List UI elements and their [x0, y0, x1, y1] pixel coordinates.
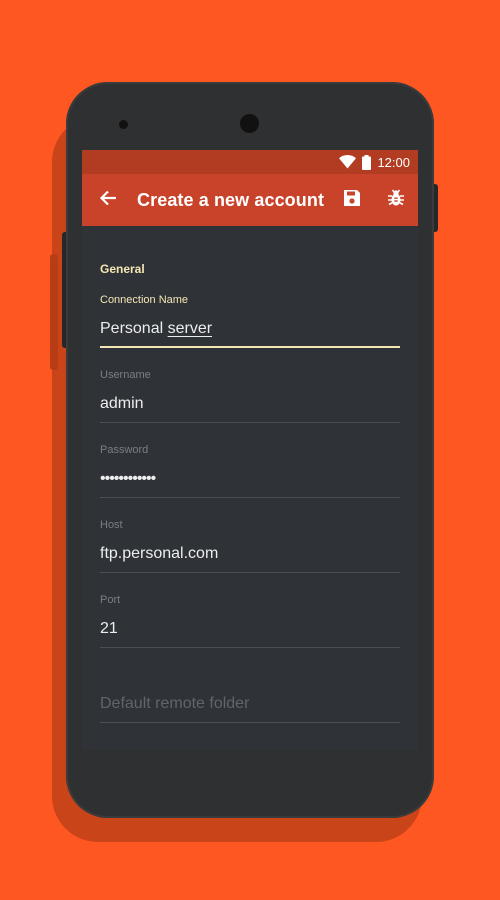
remote-folder-underline [100, 722, 400, 723]
connection-name-label: Connection Name [100, 294, 189, 306]
username-value[interactable]: admin [100, 395, 144, 413]
connection-name-value[interactable]: Personal server [100, 320, 212, 338]
username-label: Username [100, 369, 151, 381]
password-value[interactable]: •••••••••••• [100, 470, 156, 488]
wifi-icon [339, 155, 357, 169]
host-value[interactable]: ftp.personal.com [100, 545, 218, 563]
host-label: Host [100, 519, 123, 531]
host-underline [100, 572, 400, 573]
back-button[interactable] [82, 174, 134, 226]
debug-button[interactable] [374, 174, 418, 226]
password-label: Password [100, 444, 149, 456]
connection-name-field[interactable]: Connection Name Personal server [100, 274, 400, 349]
port-underline [100, 647, 400, 648]
phone-screen: 12:00 Create a new account General Conne… [82, 150, 418, 750]
app-bar: Create a new account [82, 174, 418, 226]
save-icon [343, 189, 361, 212]
username-underline [100, 422, 400, 423]
port-value[interactable]: 21 [100, 620, 118, 638]
battery-icon [362, 154, 372, 170]
phone-shadow-button [50, 254, 58, 370]
status-time: 12:00 [377, 154, 410, 170]
port-field[interactable]: Port 21 [100, 574, 400, 649]
back-arrow-icon [99, 190, 117, 211]
page-title: Create a new account [137, 189, 325, 210]
status-bar: 12:00 [82, 150, 418, 174]
remote-folder-placeholder[interactable]: Default remote folder [100, 695, 249, 713]
connection-name-suggestion: server [167, 320, 213, 337]
connection-name-underline [100, 346, 400, 348]
port-label: Port [100, 594, 121, 606]
proximity-sensor [119, 120, 128, 129]
connection-name-prefix: Personal [100, 320, 168, 337]
save-button[interactable] [330, 174, 374, 226]
username-field[interactable]: Username admin [100, 349, 400, 424]
account-form: General Connection Name Personal server … [82, 262, 418, 724]
front-camera [240, 114, 259, 133]
bug-icon [388, 189, 404, 212]
remote-folder-field[interactable]: Default remote folder [100, 649, 400, 724]
password-field[interactable]: Password •••••••••••• [100, 424, 400, 499]
host-field[interactable]: Host ftp.personal.com [100, 499, 400, 574]
password-underline [100, 497, 400, 498]
